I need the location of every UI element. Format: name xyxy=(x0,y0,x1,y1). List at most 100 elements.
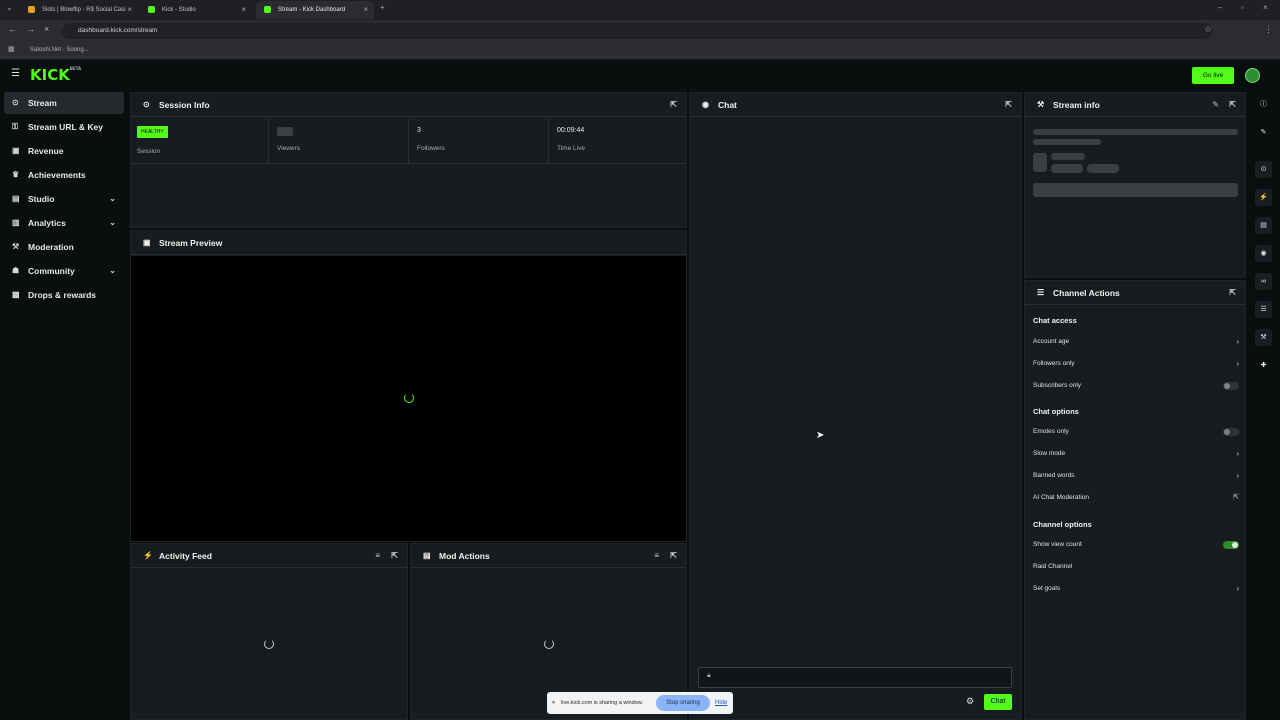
sidebar-item-stream[interactable]: ⊙ Stream xyxy=(4,92,124,114)
popout-icon[interactable]: ⇱ xyxy=(670,93,677,117)
chat-bubble-icon: ◉ xyxy=(702,100,709,109)
show-view-count-toggle[interactable] xyxy=(1223,541,1239,549)
chevron-down-icon: ⌄ xyxy=(109,194,116,203)
emotes-only-toggle[interactable] xyxy=(1223,428,1239,436)
panel-title: Channel Actions xyxy=(1053,288,1120,298)
sidebar-item-community[interactable]: ☗ Community ⌄ xyxy=(4,260,124,282)
sidebar-item-drops-rewards[interactable]: ▩ Drops & rewards xyxy=(4,284,124,306)
tab-title: Slots | Blowflip - R$ Social Casi xyxy=(42,7,126,13)
panel-title: Activity Feed xyxy=(159,551,212,561)
action-label: AI Chat Moderation xyxy=(1033,494,1090,501)
subscribers-only-toggle[interactable] xyxy=(1223,382,1239,390)
kick-logo[interactable]: KICKBETA xyxy=(30,66,81,84)
sidebar-item-studio[interactable]: ▤ Studio ⌄ xyxy=(4,188,124,210)
skeleton-pill xyxy=(1051,164,1083,173)
filter-icon[interactable]: ≡ xyxy=(375,544,380,568)
skeleton-pill xyxy=(1087,164,1119,173)
stat-label: Time Live xyxy=(557,145,585,152)
session-widget-icon[interactable]: ⊙ xyxy=(1255,161,1272,178)
lightning-icon[interactable]: ⚡ xyxy=(1255,189,1272,206)
tab-search-icon[interactable]: ⌄ xyxy=(6,3,13,12)
tab-close-icon[interactable]: × xyxy=(363,1,368,19)
clipboard-icon[interactable]: ▤ xyxy=(1255,217,1272,234)
panel-title: Stream Preview xyxy=(159,238,223,248)
popout-icon[interactable]: ⇱ xyxy=(670,544,677,568)
action-banned-words[interactable]: Banned words › xyxy=(1033,469,1239,483)
popout-icon[interactable]: ⇱ xyxy=(1229,281,1236,305)
channel-icon[interactable]: ☰ xyxy=(1255,301,1272,318)
hamburger-menu-icon[interactable]: ☰ xyxy=(11,68,20,79)
apps-grid-icon[interactable]: ▦ xyxy=(8,42,15,58)
skeleton-bar xyxy=(1033,183,1238,197)
stat-value: 3 xyxy=(417,127,421,134)
wrench-icon[interactable]: ⚒ xyxy=(1255,329,1272,346)
hide-share-bar-link[interactable]: Hide xyxy=(715,692,727,714)
action-emotes-only: Emotes only xyxy=(1033,425,1239,439)
video-preview[interactable] xyxy=(131,256,686,541)
sidebar-item-moderation[interactable]: ⚒ Moderation xyxy=(4,236,124,258)
sidebar-item-achievements[interactable]: ♛ Achievements xyxy=(4,164,124,186)
popout-icon[interactable]: ⇱ xyxy=(391,544,398,568)
mouse-cursor-icon: ➤ xyxy=(816,430,825,441)
chat-bubble-icon[interactable]: ◉ xyxy=(1255,245,1272,262)
stop-loading-icon[interactable]: × xyxy=(44,24,49,34)
action-slow-mode[interactable]: Slow mode › xyxy=(1033,447,1239,461)
action-followers-only[interactable]: Followers only › xyxy=(1033,357,1239,371)
sidebar-item-revenue[interactable]: ▣ Revenue xyxy=(4,140,124,162)
tab-close-icon[interactable]: × xyxy=(241,1,246,19)
window-close-icon[interactable]: × xyxy=(1263,3,1268,12)
back-icon[interactable]: ← xyxy=(8,24,17,34)
add-widget-icon[interactable]: ✚ xyxy=(1255,357,1272,374)
sidebar-item-label: Stream URL & Key xyxy=(28,122,103,132)
minimize-icon[interactable]: – xyxy=(1218,3,1222,12)
popout-icon[interactable]: ⇱ xyxy=(1005,93,1012,117)
bookmark-item[interactable]: Satoshi.Net - Soong... xyxy=(30,42,89,58)
tab-close-icon[interactable]: × xyxy=(127,1,132,19)
loading-spinner-icon xyxy=(544,639,554,649)
info-icon[interactable]: ⓘ xyxy=(1255,96,1272,113)
sidebar-item-analytics[interactable]: ▥ Analytics ⌄ xyxy=(4,212,124,234)
panel-header: ☰ Channel Actions ⇱ xyxy=(1025,281,1245,305)
maximize-icon[interactable]: ▫ xyxy=(1241,3,1244,12)
chat-input[interactable]: 🔒︎ xyxy=(698,667,1012,688)
link-icon[interactable]: ∞ xyxy=(1255,273,1272,290)
browser-tab-active[interactable]: Stream - Kick Dashboard × xyxy=(256,1,374,19)
sidebar-item-label: Studio xyxy=(28,194,55,204)
address-row: ← → × dashboard.kick.com/stream ☆ ⋮ xyxy=(0,20,1280,42)
bookmark-star-icon[interactable]: ☆ xyxy=(1204,24,1212,35)
go-live-button[interactable]: Go live xyxy=(1192,67,1234,84)
browser-menu-icon[interactable]: ⋮ xyxy=(1264,24,1273,35)
trophy-icon: ♛ xyxy=(12,170,20,179)
new-tab-icon[interactable]: + xyxy=(380,3,385,12)
action-raid-channel[interactable]: Raid Channel xyxy=(1033,560,1239,574)
action-account-age[interactable]: Account age › xyxy=(1033,335,1239,349)
stop-sharing-button[interactable]: Stop sharing xyxy=(656,695,710,711)
pencil-icon[interactable]: ✎ xyxy=(1212,93,1219,117)
external-link-icon: ⇱ xyxy=(1233,494,1239,501)
sidebar-item-stream-url-key[interactable]: ⚿ Stream URL & Key xyxy=(4,116,124,138)
chat-panel: ◉ Chat ⇱ xyxy=(689,92,1022,720)
radio-icon: ⊙ xyxy=(12,98,19,107)
stat-label: Followers xyxy=(417,145,445,152)
chat-send-button[interactable]: Chat xyxy=(984,694,1012,710)
forward-icon[interactable]: → xyxy=(26,24,35,34)
chevron-right-icon: › xyxy=(1236,337,1239,346)
popout-icon[interactable]: ⇱ xyxy=(1229,93,1236,117)
sidebar-item-label: Drops & rewards xyxy=(28,290,97,300)
gear-icon[interactable]: ⚙ xyxy=(966,696,974,707)
key-icon: ⚿ xyxy=(12,122,19,131)
browser-tab[interactable]: Slots | Blowflip - R$ Social Casi × xyxy=(20,1,138,19)
address-bar[interactable]: dashboard.kick.com/stream xyxy=(62,23,1212,39)
browser-tab[interactable]: Kick - Studio × xyxy=(140,1,252,19)
radio-icon: ⊙ xyxy=(143,100,150,109)
filter-icon[interactable]: ≡ xyxy=(654,544,659,568)
stat-label: Viewers xyxy=(277,145,301,152)
loading-spinner-icon xyxy=(404,393,414,403)
action-set-goals[interactable]: Set goals › xyxy=(1033,582,1239,596)
section-heading: Chat access xyxy=(1033,316,1077,325)
action-ai-chat-moderation[interactable]: AI Chat Moderation ⇱ xyxy=(1033,491,1239,505)
activity-feed-panel: ⚡ Activity Feed ≡ ⇱ xyxy=(130,543,408,720)
lock-icon: 🔒︎ xyxy=(707,672,711,679)
pencil-icon[interactable]: ✎ xyxy=(1255,124,1272,141)
avatar[interactable] xyxy=(1245,68,1260,83)
